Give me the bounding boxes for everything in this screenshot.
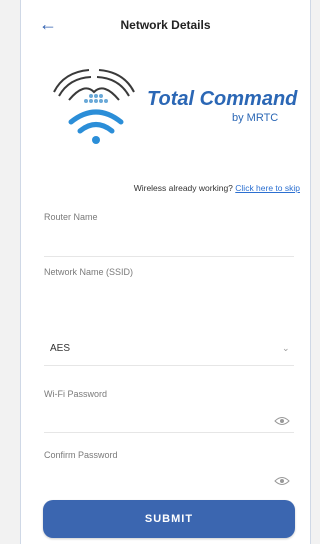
- ssid-field[interactable]: Network Name (SSID): [44, 267, 294, 312]
- encryption-value: AES: [50, 343, 71, 354]
- wifi-password-field[interactable]: Wi-Fi Password: [44, 389, 294, 434]
- divider: [44, 256, 294, 257]
- confirm-password-field[interactable]: Confirm Password: [44, 450, 294, 495]
- brand-name: Total Command: [147, 88, 298, 110]
- logo: Total Command by MRTC: [39, 52, 309, 152]
- divider: [44, 432, 294, 433]
- ssid-label: Network Name (SSID): [44, 267, 134, 277]
- wifi-password-label: Wi-Fi Password: [44, 389, 108, 399]
- ssid-input[interactable]: [44, 285, 274, 296]
- chevron-down-icon[interactable]: ⌄: [282, 343, 294, 353]
- skip-prompt: Wireless already working?: [133, 183, 233, 193]
- skip-link[interactable]: Click here to skip: [235, 183, 300, 193]
- eye-icon[interactable]: [274, 476, 290, 486]
- logo-mark: [53, 69, 135, 144]
- router-name-field[interactable]: Router Name: [44, 212, 294, 257]
- divider: [44, 365, 294, 366]
- skip-row: Wireless already working? Click here to …: [41, 183, 300, 193]
- eye-icon[interactable]: [274, 416, 290, 426]
- page-title: Network Details: [120, 18, 211, 32]
- confirm-password-label: Confirm Password: [44, 450, 118, 460]
- wifi-password-input[interactable]: [44, 413, 274, 424]
- router-name-label: Router Name: [44, 212, 98, 222]
- wifi-icon: [68, 109, 124, 134]
- submit-button[interactable]: SUBMIT: [43, 500, 295, 538]
- router-name-input[interactable]: [44, 230, 274, 241]
- network-details-screen: ← Network Details Total Command by MRTC …: [20, 0, 311, 544]
- brand-sub: by MRTC: [232, 112, 279, 124]
- header: ← Network Details: [21, 0, 310, 48]
- confirm-password-input[interactable]: [44, 474, 274, 485]
- encryption-select[interactable]: AES ⌄: [44, 343, 294, 366]
